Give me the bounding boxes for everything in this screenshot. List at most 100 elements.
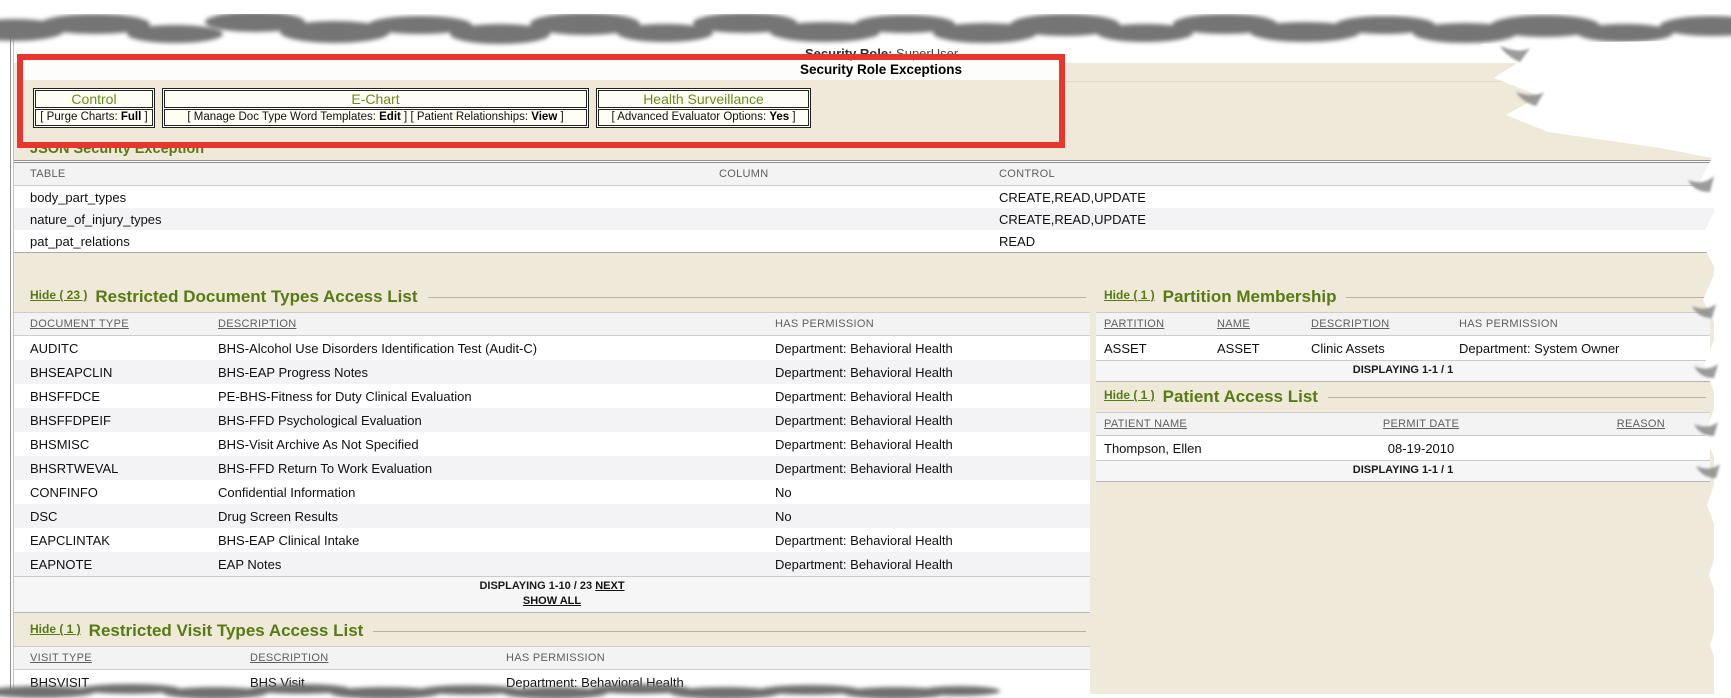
permission-cell: Department: System Owner [1459, 336, 1710, 361]
permission-cell: Department: Behavioral Health [775, 552, 1090, 576]
permission-cell: Department: Behavioral Health [775, 384, 1090, 408]
exception-boxes-row: Control [ Purge Charts: Full ] E-Chart [… [33, 88, 811, 128]
control-exception-box: Control [ Purge Charts: Full ] [33, 88, 155, 128]
reason-cell [1546, 436, 1710, 461]
json-security-row: body_part_types CREATE,READ,UPDATE [14, 186, 1714, 209]
exception-value: Edit [379, 111, 401, 123]
permission-cell: Department: Behavioral Health [490, 670, 1090, 695]
control-box-values: [ Purge Charts: Full ] [35, 109, 153, 126]
column-header-patient-name[interactable]: PATIENT NAME [1096, 413, 1296, 436]
doc-type-cell: CONFINFO [14, 480, 218, 504]
doc-types-table: DOCUMENT TYPE DESCRIPTION HAS PERMISSION… [14, 312, 1090, 613]
partition-paging: DISPLAYING 1-1 / 1 [1096, 360, 1710, 382]
heading-rule [428, 297, 1086, 298]
security-role-exceptions-page: A Security Role: SuperUser Security Role… [0, 0, 1731, 698]
column-cell [719, 186, 999, 209]
banner-underline [1066, 81, 1714, 82]
doc-type-cell: BHSMISC [14, 432, 218, 456]
doc-type-row: EAPNOTE EAP Notes Department: Behavioral… [14, 552, 1090, 576]
column-header-has-permission: HAS PERMISSION [490, 647, 1090, 670]
visit-types-title: Restricted Visit Types Access List [89, 622, 364, 639]
doc-type-cell: EAPCLINTAK [14, 528, 218, 552]
json-security-table: TABLE COLUMN CONTROL body_part_types CRE… [14, 160, 1714, 253]
permit-date-cell: 08-19-2010 [1296, 436, 1546, 461]
patient-name-cell: Thompson, Ellen [1096, 436, 1296, 461]
doc-types-section-header: Hide ( 23 ) Restricted Document Types Ac… [14, 288, 1090, 305]
visit-type-cell: BHSVISIT [14, 670, 250, 695]
name-cell: ASSET [1217, 336, 1311, 361]
permission-cell: Department: Behavioral Health [775, 408, 1090, 432]
doc-type-cell: EAPNOTE [14, 552, 218, 576]
exception-label: [ Purge Charts: [40, 111, 121, 123]
doc-types-hide-link[interactable]: Hide ( 23 ) [30, 288, 87, 302]
security-role-value: SuperUser [896, 46, 958, 61]
health-box-values: [ Advanced Evaluator Options: Yes ] [598, 109, 809, 126]
visit-type-row: BHSVISIT BHS Visit Department: Behaviora… [14, 670, 1090, 695]
doc-type-row: BHSFFDPEIF BHS-FFD Psychological Evaluat… [14, 408, 1090, 432]
description-cell: Confidential Information [218, 480, 775, 504]
partition-cell: ASSET [1096, 336, 1217, 361]
security-role-line: Security Role: SuperUser [805, 46, 958, 61]
next-page-link[interactable]: NEXT [595, 580, 624, 592]
table-cell: pat_pat_relations [14, 230, 719, 253]
control-cell: READ [999, 230, 1714, 253]
exception-value: Yes [769, 111, 789, 123]
health-surveillance-exception-box: Health Surveillance [ Advanced Evaluator… [596, 88, 811, 128]
description-cell: BHS-FFD Return To Work Evaluation [218, 456, 775, 480]
permission-cell: Department: Behavioral Health [775, 432, 1090, 456]
description-cell: BHS-Visit Archive As Not Specified [218, 432, 775, 456]
description-cell: BHS-FFD Psychological Evaluation [218, 408, 775, 432]
patient-access-hide-link[interactable]: Hide ( 1 ) [1104, 388, 1155, 402]
column-header-description[interactable]: DESCRIPTION [218, 313, 775, 336]
partition-hide-link[interactable]: Hide ( 1 ) [1104, 288, 1155, 302]
visit-types-section-header: Hide ( 1 ) Restricted Visit Types Access… [14, 622, 1090, 639]
control-cell: CREATE,READ,UPDATE [999, 186, 1714, 209]
doc-type-row: EAPCLINTAK BHS-EAP Clinical Intake Depar… [14, 528, 1090, 552]
echart-box-values: [ Manage Doc Type Word Templates: Edit ]… [164, 109, 587, 126]
description-cell: PE-BHS-Fitness for Duty Clinical Evaluat… [218, 384, 775, 408]
heading-rule [1328, 397, 1706, 398]
partition-row: ASSET ASSET Clinic Assets Department: Sy… [1096, 336, 1710, 361]
description-cell: EAP Notes [218, 552, 775, 576]
json-security-row: nature_of_injury_types CREATE,READ,UPDAT… [14, 208, 1714, 230]
column-header-reason[interactable]: REASON [1546, 413, 1710, 436]
doc-type-cell: BHSRTWEVAL [14, 456, 218, 480]
doc-types-title: Restricted Document Types Access List [95, 288, 417, 305]
column-header-description[interactable]: DESCRIPTION [1311, 313, 1459, 336]
exception-label: [ Manage Doc Type Word Templates: [187, 111, 379, 123]
exception-label: [ Advanced Evaluator Options: [611, 111, 769, 123]
patient-access-row: Thompson, Ellen 08-19-2010 [1096, 436, 1710, 461]
doc-type-cell: BHSFFDPEIF [14, 408, 218, 432]
doc-type-row: BHSFFDCE PE-BHS-Fitness for Duty Clinica… [14, 384, 1090, 408]
column-header-partition[interactable]: PARTITION [1096, 313, 1217, 336]
echart-exception-box: E-Chart [ Manage Doc Type Word Templates… [162, 88, 589, 128]
partition-section-header: Hide ( 1 ) Partition Membership [1096, 288, 1710, 305]
description-cell: BHS Visit [250, 670, 490, 695]
description-cell: Drug Screen Results [218, 504, 775, 528]
visit-types-table: VISIT TYPE DESCRIPTION HAS PERMISSION BH… [14, 646, 1090, 694]
column-header-column: COLUMN [719, 162, 999, 186]
column-header-control: CONTROL [999, 162, 1714, 186]
column-header-description[interactable]: DESCRIPTION [250, 647, 490, 670]
doc-type-row: BHSEAPCLIN BHS-EAP Progress Notes Depart… [14, 360, 1090, 384]
permission-cell: Department: Behavioral Health [775, 456, 1090, 480]
column-header-visit-type[interactable]: VISIT TYPE [14, 647, 250, 670]
table-cell: body_part_types [14, 186, 719, 209]
column-cell [719, 230, 999, 253]
doc-type-cell: AUDITC [14, 336, 218, 361]
health-box-title: Health Surveillance [598, 90, 809, 108]
permission-cell: No [775, 504, 1090, 528]
doc-type-cell: BHSFFDCE [14, 384, 218, 408]
column-header-document-type[interactable]: DOCUMENT TYPE [14, 313, 218, 336]
exception-value: Full [121, 111, 141, 123]
visit-types-hide-link[interactable]: Hide ( 1 ) [30, 622, 81, 636]
control-cell: CREATE,READ,UPDATE [999, 208, 1714, 230]
show-all-link[interactable]: SHOW ALL [523, 595, 581, 607]
doc-type-cell: BHSEAPCLIN [14, 360, 218, 384]
exception-value: View [531, 111, 557, 123]
patient-access-table: PATIENT NAME PERMIT DATE REASON Thompson… [1096, 412, 1710, 482]
column-header-permit-date[interactable]: PERMIT DATE [1296, 413, 1546, 436]
left-edge-line [10, 28, 11, 692]
column-header-name[interactable]: NAME [1217, 313, 1311, 336]
permission-cell: Department: Behavioral Health [775, 360, 1090, 384]
